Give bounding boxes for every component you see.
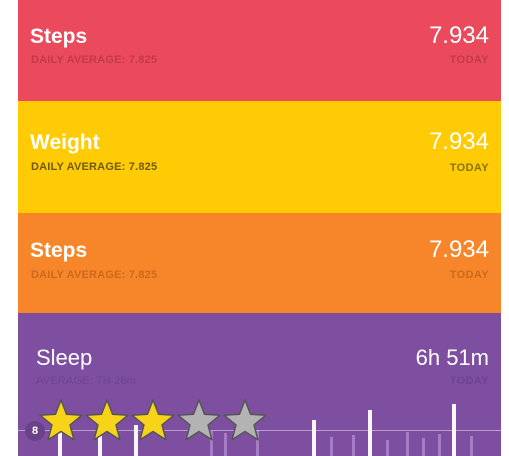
sleep-bar-faded [422, 438, 425, 456]
star-icon[interactable] [84, 398, 130, 444]
star-icon[interactable] [38, 398, 84, 444]
star-rating[interactable] [38, 398, 268, 444]
sleep-bar-faded [386, 440, 389, 456]
sleep-bar-faded [438, 434, 441, 456]
sleep-bar [368, 410, 372, 456]
star-icon[interactable] [130, 398, 176, 444]
star-icon[interactable] [222, 398, 268, 444]
sleep-bars [58, 404, 473, 456]
sleep-bar-faded [470, 436, 473, 456]
sleep-bar [312, 420, 316, 456]
sleep-bar-faded [352, 435, 355, 456]
sleep-bar-faded [330, 437, 333, 456]
sleep-bar-faded [406, 432, 409, 456]
star-icon[interactable] [176, 398, 222, 444]
